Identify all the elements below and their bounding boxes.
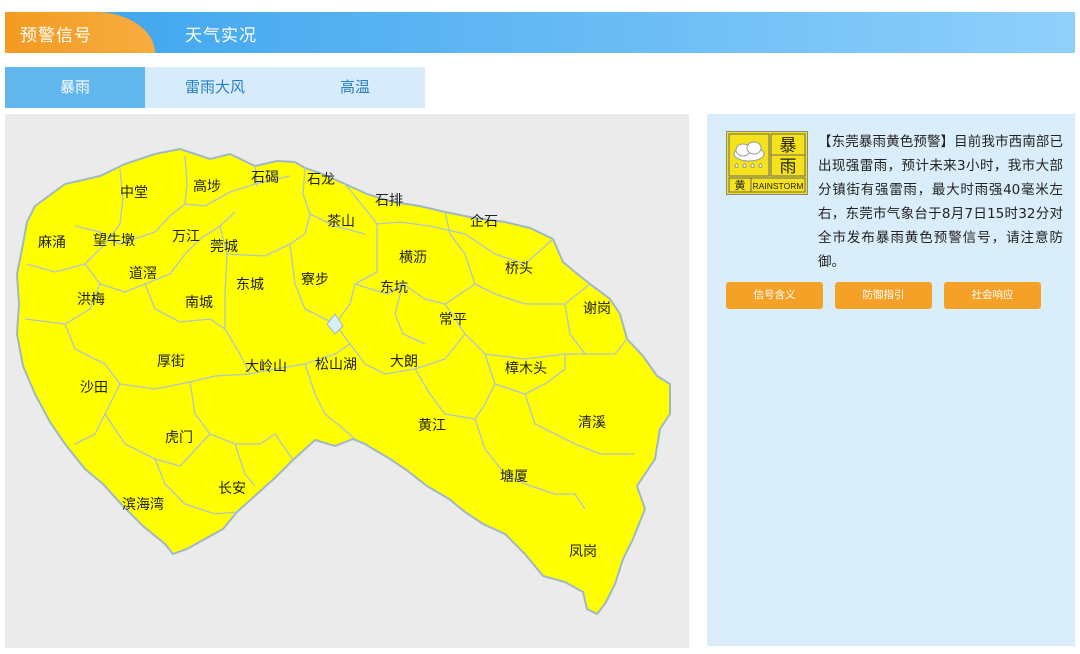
tab-thunderstorm-gale[interactable]: 雷雨大风: [145, 67, 285, 108]
social-response-button[interactable]: 社会响应: [944, 282, 1041, 309]
warning-description: 【东莞暴雨黄色预警】目前我市西南部已出现强雷雨，预计未来3小时，我市大部分镇街有…: [818, 134, 1063, 270]
town-label: 石排: [375, 193, 403, 209]
town-label: 横沥: [399, 250, 427, 266]
rainstorm-yellow-warning-icon: 暴 雨 黄 RAINSTORM: [726, 131, 808, 195]
town-label: 大岭山: [245, 359, 287, 375]
town-label: 茶山: [327, 214, 355, 230]
town-label: 常平: [439, 312, 467, 328]
town-label: 南城: [185, 295, 213, 311]
warning-map-panel: 中堂 高埗 石碣 石龙 石排 企石 麻涌 望牛墩 万江 莞城 茶山 横沥 桥头 …: [5, 114, 689, 648]
town-label: 东城: [236, 277, 264, 293]
warning-icon-english: RAINSTORM: [753, 181, 804, 191]
town-label: 滨海湾: [122, 496, 164, 513]
warning-icon-level: 黄: [735, 178, 746, 192]
warning-info-panel: 暴 雨 黄 RAINSTORM 【东莞暴雨黄色预警】目前我市西南部已出现强雷雨，…: [707, 114, 1075, 646]
warning-action-buttons: 信号含义 防御指引 社会响应: [726, 282, 1041, 309]
town-label: 望牛墩: [93, 233, 135, 249]
tab-high-temperature[interactable]: 高温: [285, 67, 425, 108]
town-label: 麻涌: [38, 235, 66, 251]
tab-warning-label: 预警信号: [20, 26, 92, 46]
warning-type-tabs: 暴雨 雷雨大风 高温: [5, 67, 425, 108]
signal-meaning-button[interactable]: 信号含义: [726, 282, 823, 309]
town-label: 石碣: [251, 170, 279, 186]
tab-warning-signal[interactable]: 预警信号: [5, 12, 155, 53]
town-label: 长安: [218, 481, 246, 497]
town-label: 道滘: [129, 266, 157, 282]
town-label: 沙田: [80, 380, 108, 396]
top-nav-bar: 预警信号 天气实况: [5, 12, 1075, 53]
town-label: 万江: [172, 229, 200, 245]
town-label: 洪梅: [77, 292, 105, 308]
warning-icon-title-bottom: 雨: [780, 157, 797, 177]
warning-icon-title-top: 暴: [780, 136, 797, 156]
town-label: 塘厦: [500, 469, 528, 485]
town-label: 樟木头: [505, 360, 547, 377]
town-label: 凤岗: [569, 544, 597, 560]
tab-weather-observation[interactable]: 天气实况: [185, 21, 257, 46]
dongguan-warning-map: 中堂 高埗 石碣 石龙 石排 企石 麻涌 望牛墩 万江 莞城 茶山 横沥 桥头 …: [15, 147, 671, 616]
town-label: 厚街: [157, 354, 185, 370]
town-label: 大朗: [390, 354, 418, 370]
town-label: 中堂: [120, 185, 148, 201]
town-label: 莞城: [210, 239, 238, 255]
town-label: 桥头: [505, 261, 533, 277]
defense-guide-button[interactable]: 防御指引: [835, 282, 932, 309]
town-label: 寮步: [301, 271, 329, 288]
town-label: 企石: [470, 213, 498, 230]
town-label: 虎门: [165, 430, 193, 446]
town-label: 高埗: [193, 178, 221, 195]
town-label: 清溪: [578, 415, 606, 431]
town-label: 东坑: [380, 280, 408, 296]
town-label: 谢岗: [583, 301, 611, 317]
town-label: 松山湖: [315, 357, 357, 373]
town-label: 石龙: [307, 172, 335, 188]
town-label: 黄江: [418, 417, 446, 434]
tab-rainstorm[interactable]: 暴雨: [5, 67, 145, 108]
